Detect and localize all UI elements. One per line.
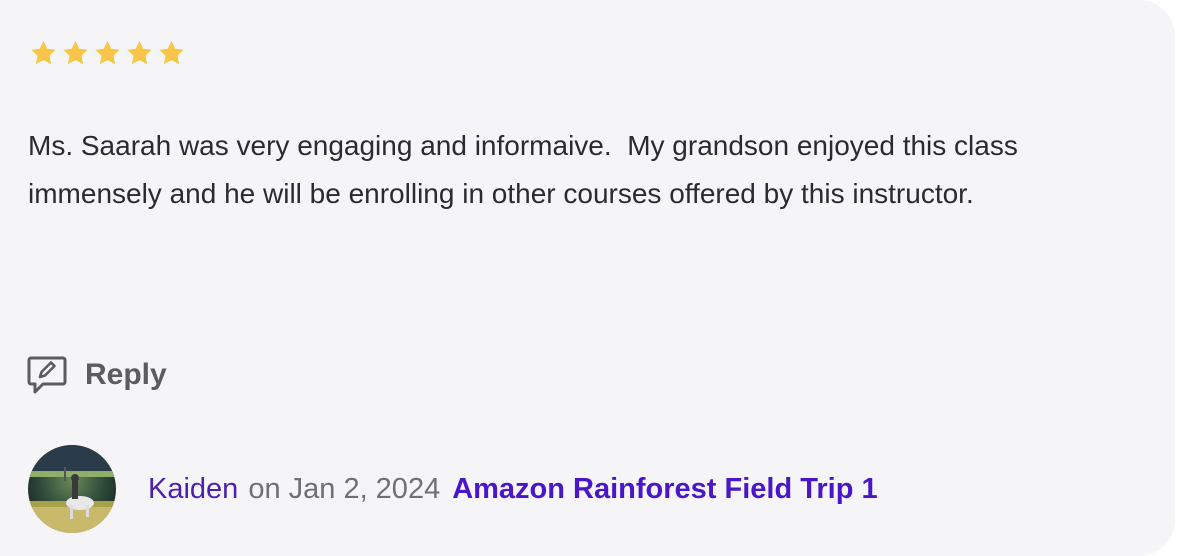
comment-edit-icon <box>26 354 68 396</box>
star-icon <box>28 38 59 69</box>
review-meta: Kaiden on Jan 2, 2024 Amazon Rainforest … <box>148 473 878 506</box>
review-author-row: Kaiden on Jan 2, 2024 Amazon Rainforest … <box>28 445 878 533</box>
reply-button[interactable]: Reply <box>26 354 167 396</box>
author-name-link[interactable]: Kaiden <box>148 473 238 506</box>
star-icon <box>60 38 91 69</box>
review-text: Ms. Saarah was very engaging and informa… <box>28 130 1026 209</box>
avatar[interactable] <box>28 445 116 533</box>
star-icon <box>92 38 123 69</box>
review-card: Ms. Saarah was very engaging and informa… <box>0 0 1175 556</box>
star-rating <box>28 38 187 69</box>
review-date: on Jan 2, 2024 <box>248 472 441 505</box>
star-icon <box>124 38 155 69</box>
class-title-link[interactable]: Amazon Rainforest Field Trip 1 <box>452 473 877 506</box>
star-icon <box>156 38 187 69</box>
reply-label: Reply <box>85 358 167 391</box>
